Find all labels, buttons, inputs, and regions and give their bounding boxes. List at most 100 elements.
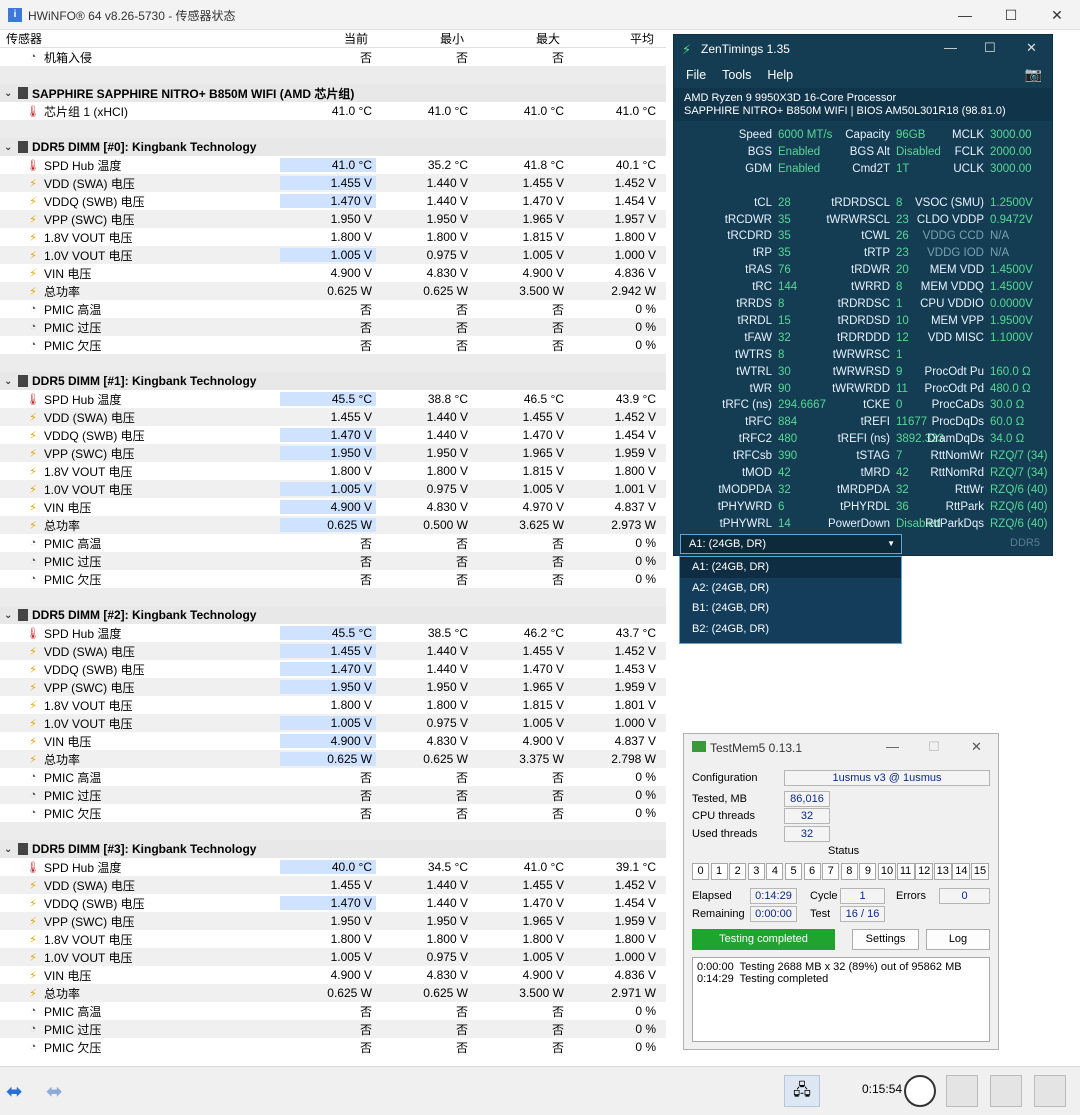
sensor-group-header[interactable]: ⌄ DDR5 DIMM [#2]: Kingbank Technology xyxy=(0,606,666,624)
sensor-list[interactable]: 传感器 当前 最小 最大 平均 ◔ 机箱入侵 否 否 否 ⌄ SAPPHIRE SA… xyxy=(0,30,666,1066)
used-threads-value: 32 xyxy=(784,826,830,842)
settings-icon[interactable] xyxy=(990,1075,1022,1107)
tm-maximize-button[interactable]: ☐ xyxy=(928,739,940,755)
maximize-button[interactable]: ☐ xyxy=(988,0,1034,30)
settings-button[interactable]: Settings xyxy=(852,929,919,950)
sensor-row[interactable]: ⚡ 1.8V VOUT 电压 1.800 V 1.800 V 1.815 V 1.801 … xyxy=(0,696,666,714)
sensor-row[interactable]: ◔ PMIC 过压 否 否 否 0 % xyxy=(0,552,666,570)
sensor-avg: 0 % xyxy=(635,770,656,784)
sensor-row[interactable]: 🌡 SPD Hub 温度 45.5 °C 38.5 °C 46.2 °C 43.7 °C xyxy=(0,624,666,642)
chevron-down-icon[interactable]: ⌄ xyxy=(4,88,18,99)
column-sensor[interactable]: 传感器 xyxy=(0,30,280,47)
minimize-button[interactable]: — xyxy=(942,0,988,30)
arrows-collapse-icon[interactable]: ⬌ xyxy=(46,1079,63,1104)
sensor-row[interactable]: ⚡ 1.0V VOUT 电压 1.005 V 0.975 V 1.005 V 1.000 … xyxy=(0,948,666,966)
zt-close-button[interactable]: ✕ xyxy=(1026,40,1037,56)
dimm-option[interactable]: A1: (24GB, DR) xyxy=(680,557,901,578)
sensor-row[interactable]: ⚡ VDDQ (SWB) 电压 1.470 V 1.440 V 1.470 V 1.453… xyxy=(0,660,666,678)
sensor-row-intrusion[interactable]: ◔ 机箱入侵 否 否 否 xyxy=(0,48,666,66)
report-icon[interactable] xyxy=(946,1075,978,1107)
column-current[interactable]: 当前 xyxy=(280,30,376,47)
sensor-row[interactable]: ◔ PMIC 高温 否 否 否 0 % xyxy=(0,768,666,786)
sensor-row[interactable]: ◔ PMIC 高温 否 否 否 0 % xyxy=(0,300,666,318)
sensor-row[interactable]: ◔ PMIC 过压 否 否 否 0 % xyxy=(0,786,666,804)
sensor-row[interactable]: ◔ PMIC 欠压 否 否 否 0 % xyxy=(0,336,666,354)
sensor-row[interactable]: ⚡ 1.0V VOUT 电压 1.005 V 0.975 V 1.005 V 1.000 … xyxy=(0,246,666,264)
close-button[interactable]: ✕ xyxy=(1034,0,1080,30)
chevron-down-icon[interactable]: ⌄ xyxy=(4,142,18,153)
tm-close-button[interactable]: ✕ xyxy=(971,739,982,755)
sensor-row[interactable]: 🌡 SPD Hub 温度 45.5 °C 38.8 °C 46.5 °C 43.9 °C xyxy=(0,390,666,408)
sensor-max: 否 xyxy=(551,572,564,587)
sensor-row[interactable]: ⚡ 1.8V VOUT 电压 1.800 V 1.800 V 1.815 V 1.800 … xyxy=(0,228,666,246)
dimm-option[interactable]: B2: (24GB, DR) xyxy=(680,619,901,640)
dimm-select[interactable]: A1: (24GB, DR) ▼ xyxy=(680,534,902,554)
sensor-row[interactable]: ⚡ VPP (SWC) 电压 1.950 V 1.950 V 1.965 V 1.959 … xyxy=(0,444,666,462)
sensor-row[interactable]: ◔ PMIC 过压 否 否 否 0 % xyxy=(0,318,666,336)
sensor-row[interactable]: ⚡ VPP (SWC) 电压 1.950 V 1.950 V 1.965 V 1.959 … xyxy=(0,678,666,696)
sensor-row[interactable]: ⚡ VDD (SWA) 电压 1.455 V 1.440 V 1.455 V 1.452 … xyxy=(0,408,666,426)
status-cell: 7 xyxy=(822,863,840,880)
sensor-group-header[interactable]: ⌄ SAPPHIRE SAPPHIRE NITRO+ B850M WIFI (AM… xyxy=(0,84,666,102)
sensor-max: 否 xyxy=(551,50,564,65)
sensor-row[interactable]: 🌡 芯片组 1 (xHCI) 41.0 °C 41.0 °C 41.0 °C 41.0 °… xyxy=(0,102,666,120)
sensor-row[interactable]: ◔ PMIC 欠压 否 否 否 0 % xyxy=(0,1038,666,1056)
timing-value: RZQ/6 (40) xyxy=(990,483,1048,496)
sensor-row[interactable]: ◔ PMIC 欠压 否 否 否 0 % xyxy=(0,804,666,822)
sensor-row[interactable]: ⚡ VIN 电压 4.900 V 4.830 V 4.900 V 4.836 V xyxy=(0,264,666,282)
network-icon[interactable]: 🖧 xyxy=(784,1075,820,1107)
sensor-row[interactable]: ⚡ 1.8V VOUT 电压 1.800 V 1.800 V 1.800 V 1.800 … xyxy=(0,930,666,948)
sensor-row[interactable]: ⚡ 总功率 0.625 W 0.625 W 3.375 W 2.798 W xyxy=(0,750,666,768)
sensor-row[interactable]: ⚡ VIN 电压 4.900 V 4.830 V 4.970 V 4.837 V xyxy=(0,498,666,516)
sensor-row[interactable]: ⚡ VDD (SWA) 电压 1.455 V 1.440 V 1.455 V 1.452 … xyxy=(0,174,666,192)
sensor-row[interactable]: ⚡ VDD (SWA) 电压 1.455 V 1.440 V 1.455 V 1.452 … xyxy=(0,876,666,894)
tm-minimize-button[interactable]: — xyxy=(886,739,899,754)
chevron-down-icon[interactable]: ⌄ xyxy=(4,844,18,855)
camera-icon[interactable]: 📷 xyxy=(1025,66,1042,83)
sensor-row[interactable]: ◔ PMIC 高温 否 否 否 0 % xyxy=(0,534,666,552)
sensor-row[interactable]: ◔ PMIC 过压 否 否 否 0 % xyxy=(0,1020,666,1038)
sensor-row[interactable]: 🌡 SPD Hub 温度 40.0 °C 34.5 °C 41.0 °C 39.1 °C xyxy=(0,858,666,876)
column-max[interactable]: 最大 xyxy=(472,30,568,47)
sensor-row[interactable]: ◔ PMIC 高温 否 否 否 0 % xyxy=(0,1002,666,1020)
sensor-row[interactable]: ⚡ 总功率 0.625 W 0.625 W 3.500 W 2.971 W xyxy=(0,984,666,1002)
sensor-row[interactable]: 🌡 SPD Hub 温度 41.0 °C 35.2 °C 41.8 °C 40.1 °C xyxy=(0,156,666,174)
column-avg[interactable]: 平均 xyxy=(568,30,662,47)
sensor-row[interactable]: ⚡ VDDQ (SWB) 电压 1.470 V 1.440 V 1.470 V 1.454… xyxy=(0,192,666,210)
close-sensors-icon[interactable] xyxy=(1034,1075,1066,1107)
column-min[interactable]: 最小 xyxy=(376,30,472,47)
dimm-option[interactable]: B1: (24GB, DR) xyxy=(680,598,901,619)
menu-tools[interactable]: Tools xyxy=(722,68,751,82)
dimm-option[interactable]: A2: (24GB, DR) xyxy=(680,578,901,599)
sensor-row[interactable]: ⚡ 1.0V VOUT 电压 1.005 V 0.975 V 1.005 V 1.000 … xyxy=(0,714,666,732)
sensor-row[interactable]: ⚡ 1.0V VOUT 电压 1.005 V 0.975 V 1.005 V 1.001 … xyxy=(0,480,666,498)
tested-label: Tested, MB xyxy=(692,793,748,805)
sensor-row[interactable]: ⚡ VDDQ (SWB) 电压 1.470 V 1.440 V 1.470 V 1.454… xyxy=(0,426,666,444)
sensor-row[interactable]: ⚡ VDDQ (SWB) 电压 1.470 V 1.440 V 1.470 V 1.454… xyxy=(0,894,666,912)
sensor-avg: 2.942 W xyxy=(611,284,656,298)
chevron-down-icon[interactable]: ⌄ xyxy=(4,610,18,621)
sensor-group-header[interactable]: ⌄ DDR5 DIMM [#0]: Kingbank Technology xyxy=(0,138,666,156)
zt-minimize-button[interactable]: — xyxy=(944,40,957,55)
sensor-row[interactable]: ⚡ 总功率 0.625 W 0.500 W 3.625 W 2.973 W xyxy=(0,516,666,534)
timing-value: Enabled xyxy=(778,145,821,158)
sensor-row[interactable]: ⚡ 总功率 0.625 W 0.625 W 3.500 W 2.942 W xyxy=(0,282,666,300)
log-output[interactable]: 0:00:00 Testing 2688 MB x 32 (89%) out o… xyxy=(692,957,990,1042)
sensor-row[interactable]: ⚡ VPP (SWC) 电压 1.950 V 1.950 V 1.965 V 1.957 … xyxy=(0,210,666,228)
sensor-group-header[interactable]: ⌄ DDR5 DIMM [#1]: Kingbank Technology xyxy=(0,372,666,390)
menu-help[interactable]: Help xyxy=(767,68,793,82)
menu-file[interactable]: File xyxy=(686,68,706,82)
clock-icon[interactable] xyxy=(904,1075,936,1107)
sensor-row[interactable]: ⚡ 1.8V VOUT 电压 1.800 V 1.800 V 1.815 V 1.800 … xyxy=(0,462,666,480)
chevron-down-icon[interactable]: ⌄ xyxy=(4,376,18,387)
sensor-row[interactable]: ⚡ VIN 电压 4.900 V 4.830 V 4.900 V 4.836 V xyxy=(0,966,666,984)
sensor-row[interactable]: ⚡ VIN 电压 4.900 V 4.830 V 4.900 V 4.837 V xyxy=(0,732,666,750)
sensor-row[interactable]: ⚡ VPP (SWC) 电压 1.950 V 1.950 V 1.965 V 1.959 … xyxy=(0,912,666,930)
zt-maximize-button[interactable]: ☐ xyxy=(984,40,996,56)
sensor-row[interactable]: ⚡ VDD (SWA) 电压 1.455 V 1.440 V 1.455 V 1.452 … xyxy=(0,642,666,660)
log-button[interactable]: Log xyxy=(926,929,990,950)
sensor-row[interactable]: ◔ PMIC 欠压 否 否 否 0 % xyxy=(0,570,666,588)
sensor-group-header[interactable]: ⌄ DDR5 DIMM [#3]: Kingbank Technology xyxy=(0,840,666,858)
arrows-expand-icon[interactable]: ⬌ xyxy=(6,1079,23,1104)
timing-label: tRTP xyxy=(864,247,890,260)
